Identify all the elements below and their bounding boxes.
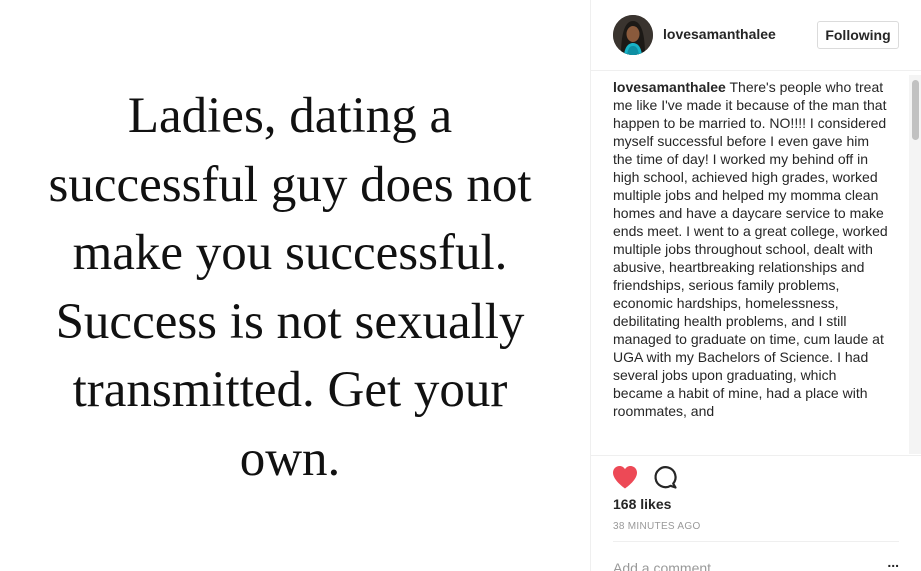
following-button[interactable]: Following	[817, 21, 899, 49]
header-username[interactable]: lovesamanthalee	[663, 26, 776, 42]
more-options-icon[interactable]: ...	[875, 552, 899, 571]
action-bar	[591, 455, 921, 495]
add-comment-bar: ...	[613, 541, 899, 571]
post-timestamp[interactable]: 38 MINUTES AGO	[613, 521, 701, 532]
post-image[interactable]: Ladies, dating a successful guy does not…	[0, 0, 591, 571]
instagram-post: Ladies, dating a successful guy does not…	[0, 0, 921, 571]
quote-text: Ladies, dating a successful guy does not…	[0, 82, 580, 493]
quote-line: own.	[239, 430, 341, 487]
quote-line: Success is not sexually	[55, 293, 525, 350]
quote-line: Ladies, dating a	[127, 88, 453, 144]
scrollbar-thumb[interactable]	[912, 80, 919, 140]
heart-icon[interactable]	[611, 464, 639, 490]
quote-line: transmitted. Get your	[72, 362, 508, 418]
caption-scrollbar[interactable]	[909, 75, 921, 454]
caption-username[interactable]: lovesamanthalee	[613, 79, 726, 95]
avatar[interactable]	[613, 15, 653, 55]
quote-line: successful guy does not	[48, 156, 532, 213]
caption-text: There's people who treat me like I've ma…	[613, 79, 888, 419]
profile-photo-icon	[613, 15, 653, 55]
caption-area[interactable]: lovesamanthalee There's people who treat…	[613, 78, 889, 454]
post-details-panel: lovesamanthalee Following lovesamanthale…	[591, 0, 921, 571]
caption: lovesamanthalee There's people who treat…	[613, 78, 889, 420]
quote-line: make you successful.	[72, 225, 508, 281]
comment-input[interactable]	[613, 559, 853, 571]
comment-icon[interactable]	[652, 464, 678, 490]
post-header: lovesamanthalee Following	[591, 0, 921, 71]
likes-count[interactable]: 168 likes	[613, 496, 671, 512]
